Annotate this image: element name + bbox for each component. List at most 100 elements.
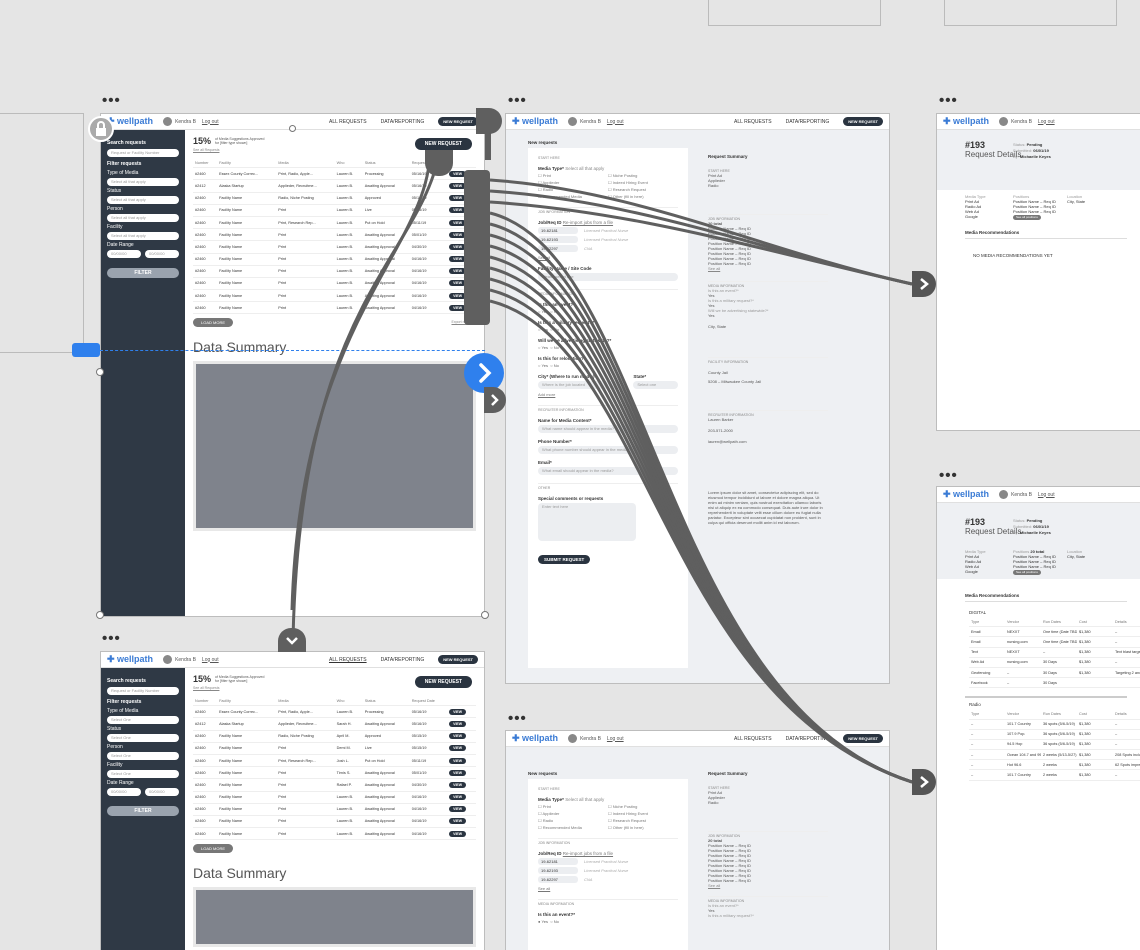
media-option-checkbox[interactable]: ☐ Radio <box>538 187 608 192</box>
filter-button[interactable]: FILTER <box>107 268 179 278</box>
guide-handle[interactable] <box>72 343 100 357</box>
artboard-menu-dots[interactable]: ••• <box>102 93 121 108</box>
military-no[interactable]: No <box>554 327 559 332</box>
artboard-menu-dots-4[interactable]: ••• <box>508 711 527 726</box>
email-input[interactable]: What email should appear in the media? <box>538 467 678 475</box>
name-input[interactable]: What name should appear in the media? <box>538 425 678 433</box>
phone-input[interactable]: What phone number should appear in the m… <box>538 446 678 454</box>
summary-see-all[interactable]: See all <box>708 266 828 271</box>
table-row[interactable]: #2460 Essex County Correc... Print, Radio,… <box>193 705 476 719</box>
media-option-checkbox[interactable]: ☐ Other (fill in here) <box>608 194 678 199</box>
job-id-input[interactable]: 19-62297 <box>538 876 578 883</box>
detail2-logout-link[interactable]: Log out <box>1038 492 1055 498</box>
table-row[interactable]: #2412 Alaska Startup Applieder, Recruitme.… <box>193 717 476 731</box>
lock-icon[interactable] <box>88 116 114 142</box>
flow-target-details-1[interactable] <box>912 271 936 297</box>
table-row[interactable]: –107.9 Pop. 36 spots (5/6-5/19) $1,380– <box>969 729 1140 740</box>
view-button[interactable]: VIEW <box>449 745 467 752</box>
filter-button-2[interactable]: FILTER <box>107 806 179 816</box>
media-option-checkbox[interactable]: ☐ Recommended Media <box>538 194 608 199</box>
statewide-no[interactable]: No <box>554 345 559 350</box>
event-no[interactable]: No <box>554 309 559 314</box>
table-row[interactable]: #2460 Facility Name Radio, Niche Posting Ap… <box>193 730 476 743</box>
detail2-see-all-positions[interactable]: See all positions <box>1013 570 1041 575</box>
load-more-button-2[interactable]: LOAD MORE <box>193 844 234 854</box>
table-row[interactable]: #2460 Facility Name Print Lauren B. Awaiting… <box>193 265 476 278</box>
media-option-checkbox[interactable]: ☐ Research Request <box>608 187 678 192</box>
facility-select[interactable]: Select all that apply <box>107 232 179 240</box>
state-select[interactable]: Select one <box>633 381 678 389</box>
logout-link[interactable]: Log out <box>202 119 219 125</box>
table-row[interactable]: Email nursing.com One time (Date TBD) $1,38… <box>969 636 1140 648</box>
selection-handle-b[interactable] <box>481 611 489 619</box>
artboard-menu-dots-6[interactable]: ••• <box>939 468 958 483</box>
flow-target-side[interactable] <box>484 387 506 413</box>
nav-all-requests-2[interactable]: ALL REQUESTS <box>329 657 367 663</box>
table-row[interactable]: #2460 Facility Name Print Tirnis S. Awaiting… <box>193 766 476 780</box>
dashboard-artboard-2[interactable]: ✚ wellpath Kendra B Log out ALL REQUESTS… <box>100 651 485 950</box>
view-button[interactable]: VIEW <box>449 733 467 740</box>
artboard-menu-dots-5[interactable]: ••• <box>939 93 958 108</box>
flow-source-bar[interactable] <box>464 170 490 325</box>
media-option-checkbox[interactable]: ☐ Niche Posting <box>608 173 678 178</box>
date-to-input[interactable]: 00/00/00 <box>145 250 179 258</box>
view-button[interactable]: VIEW <box>449 781 467 788</box>
selection-handle-tr[interactable] <box>289 125 296 132</box>
detail-logout-link[interactable]: Log out <box>1038 119 1055 125</box>
facility-select[interactable]: Please select one <box>538 273 678 281</box>
table-row[interactable]: –101.7 Country 36 spots (5/6-5/19) $1,380– <box>969 719 1140 730</box>
form2-summary-see-all[interactable]: See all <box>708 883 828 888</box>
job-id-input[interactable]: 19-62193 <box>538 236 578 243</box>
media-option-checkbox[interactable]: ☐ Recommended Media <box>538 825 608 830</box>
table-row[interactable]: #2460 Facility Name Print Lauren B. Awaiting… <box>193 253 476 266</box>
status-select-2[interactable]: Select One <box>107 734 179 742</box>
event-yes[interactable]: Yes <box>541 309 548 314</box>
media-option-checkbox[interactable]: ☐ Indeed Hiring Event <box>608 180 678 185</box>
table-row[interactable]: #2460 Facility Name Print Lauren B. Awaiting… <box>193 301 476 315</box>
form2-nav-data-reporting[interactable]: DATA/REPORTING <box>786 736 830 742</box>
dashboard-artboard[interactable]: ✚ wellpath Kendra B Log out ALL REQUESTS… <box>100 113 485 617</box>
event-radio-group[interactable]: ○ Yes ○ No <box>538 309 678 314</box>
load-more-button[interactable]: LOAD MORE <box>193 318 234 328</box>
media-option-checkbox[interactable]: ☐ Niche Posting <box>608 804 678 809</box>
table-row[interactable]: #2460 Facility Name Print Demi M. Live 05/15/… <box>193 742 476 755</box>
artboard-menu-dots-3[interactable]: ••• <box>508 93 527 108</box>
new-request-button[interactable]: NEW REQUEST <box>414 138 472 150</box>
table-row[interactable]: #2412 Alaska Startup Applieder, Recruitme.… <box>193 179 476 193</box>
view-button[interactable]: VIEW <box>449 708 467 715</box>
city-input[interactable]: Where is the job located <box>538 381 628 389</box>
media-option-checkbox[interactable]: ☐ Applieder <box>538 811 608 816</box>
type-of-media-select[interactable]: Select all that apply <box>107 178 179 186</box>
media-option-checkbox[interactable]: ☐ Research Request <box>608 818 678 823</box>
form-nav-all-requests[interactable]: ALL REQUESTS <box>734 119 772 125</box>
view-button[interactable]: VIEW <box>449 757 467 764</box>
form2-event-radio-group[interactable]: ● Yes ○ No <box>538 919 678 924</box>
search-input[interactable]: Request or Facility Number <box>107 149 179 157</box>
military-radio-group[interactable]: ○ Yes ○ No <box>538 327 678 332</box>
table-row[interactable]: Facebook –30 Days <box>969 677 1140 689</box>
media-option-checkbox[interactable]: ☐ Print <box>538 173 608 178</box>
table-row[interactable]: #2460 Facility Name Print Lauren B. Awaiting… <box>193 228 476 242</box>
flow-target-down[interactable] <box>278 628 306 652</box>
see-all-jobs-link[interactable]: See all <box>538 255 678 260</box>
person-select-2[interactable]: Select One <box>107 752 179 760</box>
media-option-checkbox[interactable]: ☐ Radio <box>538 818 608 823</box>
form-nav-data-reporting[interactable]: DATA/REPORTING <box>786 119 830 125</box>
request-details-artboard[interactable]: ✚ wellpath Kendra B Log out #193 Request… <box>936 113 1140 431</box>
table-row[interactable]: #2460 Facility Name Print Lauren B. Awaiting… <box>193 803 476 816</box>
form2-nav-all-requests[interactable]: ALL REQUESTS <box>734 736 772 742</box>
selection-handle-bl[interactable] <box>96 368 104 376</box>
nav-all-requests[interactable]: ALL REQUESTS <box>329 119 367 125</box>
media-option-checkbox[interactable]: ☐ Applieder <box>538 180 608 185</box>
logout-link-2[interactable]: Log out <box>202 657 219 663</box>
new-request-artboard-2[interactable]: ✚ wellpath Kendra B Log out ALL REQUESTS… <box>505 730 890 950</box>
job-id-input[interactable]: 19-62193 <box>538 867 578 874</box>
table-row[interactable]: #2460 Facility Name Print Lauren B. Live 05/1… <box>193 204 476 217</box>
table-row[interactable]: #2460 Facility Name Print Lauren B. Awaiting… <box>193 289 476 303</box>
media-option-checkbox[interactable]: ☐ Indeed Hiring Event <box>608 811 678 816</box>
comments-textarea[interactable]: Enter text here <box>538 503 636 541</box>
date-to-input-2[interactable]: 00/00/00 <box>145 788 179 796</box>
form2-reimport-link[interactable]: Re-import jobs from a file <box>563 851 613 856</box>
table-row[interactable]: #2460 Facility Name Print Lauren B. Awaiting… <box>193 815 476 829</box>
table-row[interactable]: #2460 Facility Name Print Lauren B. Awaiting… <box>193 277 476 291</box>
